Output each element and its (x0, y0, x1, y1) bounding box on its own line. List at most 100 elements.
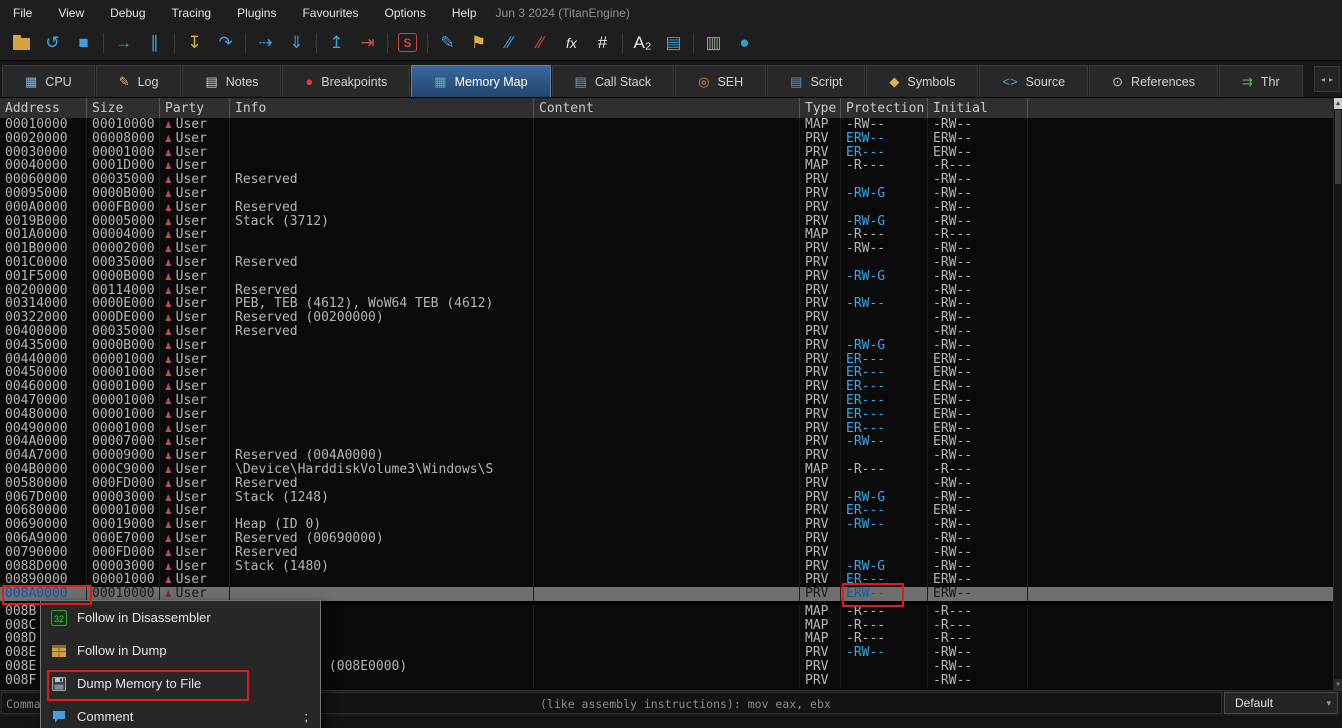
tab-cpu[interactable]: ▦CPU (2, 65, 95, 97)
table-row[interactable]: 0044000000001000♟UserPRVER---ERW-- (0, 353, 1333, 367)
table-row[interactable]: 001A000000004000♟UserMAP-R----R--- (0, 228, 1333, 242)
run-to-user-code-icon[interactable]: ⇓ (281, 29, 312, 57)
table-row[interactable]: 004350000000B000♟UserPRV-RW-G-RW-- (0, 339, 1333, 353)
step-out-icon[interactable]: ↥ (321, 29, 352, 57)
scrollbar-thumb[interactable] (1335, 110, 1341, 184)
table-row[interactable]: 006A9000000E7000♟UserReserved (00690000)… (0, 532, 1333, 546)
table-row[interactable]: 00790000000FD000♟UserReservedPRV-RW-- (0, 546, 1333, 560)
vertical-scrollbar[interactable]: ▲ ▼ (1333, 98, 1342, 690)
tab-notes[interactable]: ▤Notes (182, 65, 281, 97)
tab-script[interactable]: ▤Script (767, 65, 865, 97)
font-size-icon[interactable]: A₂ (627, 29, 658, 57)
menu-options[interactable]: Options (371, 0, 438, 25)
log-book-icon[interactable]: ▥ (698, 29, 729, 57)
table-row[interactable]: 003140000000E000♟UserPEB, TEB (4612), Wo… (0, 297, 1333, 311)
column-header-type[interactable]: Type (800, 98, 841, 118)
column-header-content[interactable]: Content (534, 98, 800, 118)
table-row[interactable]: 00580000000FD000♟UserReservedPRV-RW-- (0, 477, 1333, 491)
menu-favourites[interactable]: Favourites (289, 0, 371, 25)
tab-seh[interactable]: ◎SEH (675, 65, 766, 97)
cell-filler (1028, 504, 1333, 518)
table-row[interactable]: 0003000000001000♟UserPRVER---ERW-- (0, 146, 1333, 160)
run-icon[interactable]: → (108, 29, 139, 57)
table-row[interactable]: 0088D00000003000♟UserStack (1480)PRV-RW-… (0, 560, 1333, 574)
menu-view[interactable]: View (45, 0, 97, 25)
table-row[interactable]: 0047000000001000♟UserPRVER---ERW-- (0, 394, 1333, 408)
table-row[interactable]: 0068000000001000♟UserPRVER---ERW-- (0, 504, 1333, 518)
step-over-icon[interactable]: ↷ (210, 29, 241, 57)
menu-item-dump-memory-to-file[interactable]: Dump Memory to File (41, 667, 320, 700)
menu-item-comment[interactable]: Comment ; (41, 700, 320, 728)
memory-layout-icon[interactable]: ▤ (658, 29, 689, 57)
cell-protection (841, 201, 928, 215)
table-row[interactable]: 000400000001D000♟UserMAP-R----R--- (0, 159, 1333, 173)
table-row[interactable]: 001F50000000B000♟UserPRV-RW-G-RW-- (0, 270, 1333, 284)
table-row[interactable]: 0048000000001000♟UserPRVER---ERW-- (0, 408, 1333, 422)
menu-debug[interactable]: Debug (97, 0, 158, 25)
script-s-icon[interactable]: S (392, 29, 423, 57)
skip-icon[interactable]: ⇥ (352, 29, 383, 57)
menu-help[interactable]: Help (439, 0, 490, 25)
menu-plugins[interactable]: Plugins (224, 0, 289, 25)
table-row[interactable]: 0049000000001000♟UserPRVER---ERW-- (0, 422, 1333, 436)
cell-party: ♟User (160, 504, 230, 518)
menu-file[interactable]: File (0, 0, 45, 25)
table-row[interactable]: 0006000000035000♟UserReservedPRV-RW-- (0, 173, 1333, 187)
flag-icon[interactable]: ⚑ (463, 29, 494, 57)
table-row[interactable]: 0045000000001000♟UserPRVER---ERW-- (0, 366, 1333, 380)
comments-icon[interactable]: ∕∕ (494, 29, 525, 57)
step-into-icon[interactable]: ↧ (179, 29, 210, 57)
table-row[interactable]: 0002000000008000♟UserPRVERW--ERW-- (0, 132, 1333, 146)
scroll-down-icon[interactable]: ▼ (1334, 679, 1342, 690)
world-icon[interactable]: ● (729, 29, 760, 57)
table-row[interactable]: 00322000000DE000♟UserReserved (00200000)… (0, 311, 1333, 325)
fx-icon[interactable]: fx (556, 29, 587, 57)
profile-select[interactable]: Default ▾ (1224, 692, 1338, 714)
table-row[interactable]: 001C000000035000♟UserReservedPRV-RW-- (0, 256, 1333, 270)
tab-memory-map[interactable]: ▦Memory Map (411, 65, 550, 97)
menu-tracing[interactable]: Tracing (159, 0, 225, 25)
hash-icon[interactable]: # (587, 29, 618, 57)
column-header-initial[interactable]: Initial (928, 98, 1028, 118)
table-row[interactable]: 0001000000010000♟UserMAP-RW---RW-- (0, 118, 1333, 132)
tab-log[interactable]: ✎Log (96, 65, 182, 97)
table-row[interactable]: 004B0000000C9000♟User\Device\HarddiskVol… (0, 463, 1333, 477)
column-header-party[interactable]: Party (160, 98, 230, 118)
pause-icon[interactable]: ∥ (139, 29, 170, 57)
table-row[interactable]: 0089000000001000♟UserPRVER---ERW-- (0, 573, 1333, 587)
restart-icon[interactable]: ↺ (37, 29, 68, 57)
column-header-protection[interactable]: Protection (841, 98, 928, 118)
table-row[interactable]: 000A0000000FB000♟UserReservedPRV-RW-- (0, 201, 1333, 215)
tab-references[interactable]: ⊙References (1089, 65, 1218, 97)
table-row[interactable]: 0069000000019000♟UserHeap (ID 0)PRV-RW--… (0, 518, 1333, 532)
scroll-up-icon[interactable]: ▲ (1334, 98, 1342, 109)
tab-breakpoints[interactable]: ●Breakpoints (282, 65, 410, 97)
tab-source[interactable]: <>Source (979, 65, 1088, 97)
table-row[interactable]: 0020000000114000♟UserReservedPRV-RW-- (0, 284, 1333, 298)
column-header-info[interactable]: Info (230, 98, 534, 118)
execute-till-return-icon[interactable]: ⇢ (250, 29, 281, 57)
table-row[interactable]: 0046000000001000♟UserPRVER---ERW-- (0, 380, 1333, 394)
column-header-address[interactable]: Address (0, 98, 87, 118)
table-row[interactable]: 0019B00000005000♟UserStack (3712)PRV-RW-… (0, 215, 1333, 229)
tab-symbols[interactable]: ◆Symbols (866, 65, 978, 97)
table-row[interactable]: 0067D00000003000♟UserStack (1248)PRV-RW-… (0, 491, 1333, 505)
menu-item-follow-in-dump[interactable]: Follow in Dump (41, 634, 320, 667)
table-row[interactable]: 004A000000007000♟UserPRV-RW--ERW-- (0, 435, 1333, 449)
cell-address: 00490000 (0, 422, 87, 436)
menu-item-follow-in-disassembler[interactable]: 32 Follow in Disassembler (41, 601, 320, 634)
tab-scroll-right-icon[interactable]: ▸ (1329, 75, 1333, 84)
stop-icon[interactable]: ■ (68, 29, 99, 57)
column-header-size[interactable]: Size (87, 98, 160, 118)
open-file-icon[interactable] (6, 29, 37, 57)
table-row[interactable]: 001B000000002000♟UserPRV-RW---RW-- (0, 242, 1333, 256)
tab-scroll-left-icon[interactable]: ◂ (1321, 75, 1325, 84)
breakpoint-slashes-icon[interactable]: ∕∕ (525, 29, 556, 57)
tab-call-stack[interactable]: ▤Call Stack (552, 65, 675, 97)
table-row[interactable]: 004A700000009000♟UserReserved (004A0000)… (0, 449, 1333, 463)
tab-thr[interactable]: ⇉Thr (1219, 65, 1303, 97)
patch-icon[interactable]: ✎ (432, 29, 463, 57)
table-row[interactable]: 0040000000035000♟UserReservedPRV-RW-- (0, 325, 1333, 339)
cell-content (534, 504, 800, 518)
table-row[interactable]: 000950000000B000♟UserPRV-RW-G-RW-- (0, 187, 1333, 201)
